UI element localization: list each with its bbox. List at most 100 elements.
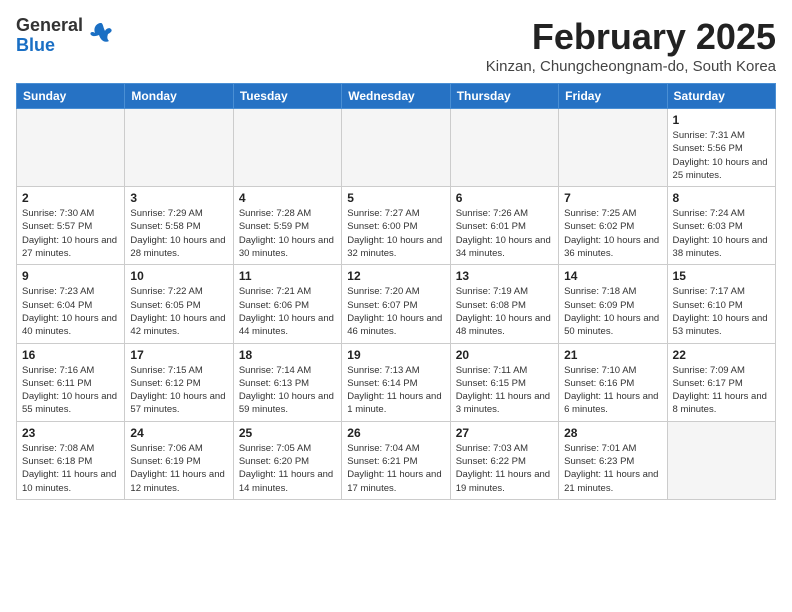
day-info: Sunrise: 7:18 AMSunset: 6:09 PMDaylight:… xyxy=(564,285,661,338)
calendar-day-cell: 28 Sunrise: 7:01 AMSunset: 6:23 PMDayligh… xyxy=(559,421,667,499)
day-info: Sunrise: 7:05 AMSunset: 6:20 PMDaylight:… xyxy=(239,442,336,495)
calendar-week-row: 9Sunrise: 7:23 AMSunset: 6:04 PMDaylight… xyxy=(17,265,776,343)
day-number: 26 xyxy=(347,426,444,440)
calendar-day-cell: 12 Sunrise: 7:20 AMSunset: 6:07 PMDayligh… xyxy=(342,265,450,343)
day-number: 11 xyxy=(239,269,336,283)
day-of-week-header: Saturday xyxy=(667,84,775,109)
day-number: 23 xyxy=(22,426,119,440)
calendar-day-cell: 25 Sunrise: 7:05 AMSunset: 6:20 PMDayligh… xyxy=(233,421,341,499)
day-number: 2 xyxy=(22,191,119,205)
day-number: 4 xyxy=(239,191,336,205)
day-number: 9 xyxy=(22,269,119,283)
day-info: Sunrise: 7:21 AMSunset: 6:06 PMDaylight:… xyxy=(239,285,336,338)
day-info: Sunrise: 7:25 AMSunset: 6:02 PMDaylight:… xyxy=(564,207,661,260)
calendar-day-cell: 24 Sunrise: 7:06 AMSunset: 6:19 PMDayligh… xyxy=(125,421,233,499)
calendar-week-row: 2 Sunrise: 7:30 AMSunset: 5:57 PMDaylight… xyxy=(17,187,776,265)
day-number: 3 xyxy=(130,191,227,205)
day-number: 7 xyxy=(564,191,661,205)
day-number: 14 xyxy=(564,269,661,283)
day-info: Sunrise: 7:16 AMSunset: 6:11 PMDaylight:… xyxy=(22,364,119,417)
day-info: Sunrise: 7:06 AMSunset: 6:19 PMDaylight:… xyxy=(130,442,227,495)
calendar-day-cell: 9Sunrise: 7:23 AMSunset: 6:04 PMDaylight… xyxy=(17,265,125,343)
day-info: Sunrise: 7:15 AMSunset: 6:12 PMDaylight:… xyxy=(130,364,227,417)
day-number: 27 xyxy=(456,426,553,440)
day-number: 10 xyxy=(130,269,227,283)
day-number: 24 xyxy=(130,426,227,440)
calendar-day-cell: 16 Sunrise: 7:16 AMSunset: 6:11 PMDayligh… xyxy=(17,343,125,421)
day-of-week-header: Monday xyxy=(125,84,233,109)
day-info: Sunrise: 7:04 AMSunset: 6:21 PMDaylight:… xyxy=(347,442,444,495)
day-of-week-header: Sunday xyxy=(17,84,125,109)
calendar-day-cell xyxy=(667,421,775,499)
calendar-day-cell: 7 Sunrise: 7:25 AMSunset: 6:02 PMDaylight… xyxy=(559,187,667,265)
day-number: 5 xyxy=(347,191,444,205)
calendar-day-cell: 6 Sunrise: 7:26 AMSunset: 6:01 PMDaylight… xyxy=(450,187,558,265)
calendar-day-cell: 26 Sunrise: 7:04 AMSunset: 6:21 PMDayligh… xyxy=(342,421,450,499)
calendar-day-cell: 4 Sunrise: 7:28 AMSunset: 5:59 PMDaylight… xyxy=(233,187,341,265)
calendar-day-cell: 1Sunrise: 7:31 AMSunset: 5:56 PMDaylight… xyxy=(667,109,775,187)
day-number: 6 xyxy=(456,191,553,205)
day-info: Sunrise: 7:17 AMSunset: 6:10 PMDaylight:… xyxy=(673,285,770,338)
day-info: Sunrise: 7:11 AMSunset: 6:15 PMDaylight:… xyxy=(456,364,553,417)
day-number: 13 xyxy=(456,269,553,283)
page-header: General Blue February 2025 Kinzan, Chung… xyxy=(16,16,776,75)
day-number: 8 xyxy=(673,191,770,205)
calendar-day-cell: 11 Sunrise: 7:21 AMSunset: 6:06 PMDayligh… xyxy=(233,265,341,343)
day-number: 19 xyxy=(347,348,444,362)
day-number: 22 xyxy=(673,348,770,362)
logo-blue: Blue xyxy=(16,36,83,56)
logo-bird-icon xyxy=(87,19,115,53)
calendar-day-cell xyxy=(17,109,125,187)
calendar-day-cell: 20 Sunrise: 7:11 AMSunset: 6:15 PMDayligh… xyxy=(450,343,558,421)
calendar-table: SundayMondayTuesdayWednesdayThursdayFrid… xyxy=(16,83,776,500)
logo-general: General xyxy=(16,16,83,36)
day-of-week-header: Thursday xyxy=(450,84,558,109)
day-info: Sunrise: 7:26 AMSunset: 6:01 PMDaylight:… xyxy=(456,207,553,260)
calendar-day-cell: 17 Sunrise: 7:15 AMSunset: 6:12 PMDayligh… xyxy=(125,343,233,421)
day-info: Sunrise: 7:22 AMSunset: 6:05 PMDaylight:… xyxy=(130,285,227,338)
day-info: Sunrise: 7:13 AMSunset: 6:14 PMDaylight:… xyxy=(347,364,444,417)
day-info: Sunrise: 7:08 AMSunset: 6:18 PMDaylight:… xyxy=(22,442,119,495)
calendar-day-cell: 21Sunrise: 7:10 AMSunset: 6:16 PMDayligh… xyxy=(559,343,667,421)
calendar-day-cell: 14 Sunrise: 7:18 AMSunset: 6:09 PMDayligh… xyxy=(559,265,667,343)
day-info: Sunrise: 7:28 AMSunset: 5:59 PMDaylight:… xyxy=(239,207,336,260)
day-number: 20 xyxy=(456,348,553,362)
day-number: 28 xyxy=(564,426,661,440)
calendar-day-cell: 10 Sunrise: 7:22 AMSunset: 6:05 PMDayligh… xyxy=(125,265,233,343)
day-number: 15 xyxy=(673,269,770,283)
calendar-day-cell xyxy=(342,109,450,187)
day-info: Sunrise: 7:14 AMSunset: 6:13 PMDaylight:… xyxy=(239,364,336,417)
calendar-day-cell: 23 Sunrise: 7:08 AMSunset: 6:18 PMDayligh… xyxy=(17,421,125,499)
day-of-week-header: Friday xyxy=(559,84,667,109)
title-area: February 2025 Kinzan, Chungcheongnam-do,… xyxy=(486,16,776,75)
day-number: 12 xyxy=(347,269,444,283)
calendar-day-cell: 5 Sunrise: 7:27 AMSunset: 6:00 PMDaylight… xyxy=(342,187,450,265)
calendar-week-row: 16 Sunrise: 7:16 AMSunset: 6:11 PMDayligh… xyxy=(17,343,776,421)
calendar-day-cell: 22Sunrise: 7:09 AMSunset: 6:17 PMDayligh… xyxy=(667,343,775,421)
calendar-day-cell xyxy=(233,109,341,187)
calendar-day-cell: 2 Sunrise: 7:30 AMSunset: 5:57 PMDaylight… xyxy=(17,187,125,265)
calendar-week-row: 1Sunrise: 7:31 AMSunset: 5:56 PMDaylight… xyxy=(17,109,776,187)
calendar-day-cell: 27 Sunrise: 7:03 AMSunset: 6:22 PMDayligh… xyxy=(450,421,558,499)
calendar-day-cell: 19 Sunrise: 7:13 AMSunset: 6:14 PMDayligh… xyxy=(342,343,450,421)
day-info: Sunrise: 7:29 AMSunset: 5:58 PMDaylight:… xyxy=(130,207,227,260)
month-year-title: February 2025 xyxy=(486,16,776,58)
calendar-day-cell xyxy=(450,109,558,187)
calendar-week-row: 23 Sunrise: 7:08 AMSunset: 6:18 PMDayligh… xyxy=(17,421,776,499)
day-info: Sunrise: 7:01 AMSunset: 6:23 PMDaylight:… xyxy=(564,442,661,495)
calendar-header-row: SundayMondayTuesdayWednesdayThursdayFrid… xyxy=(17,84,776,109)
day-number: 17 xyxy=(130,348,227,362)
day-info: Sunrise: 7:10 AMSunset: 6:16 PMDaylight:… xyxy=(564,364,661,417)
day-info: Sunrise: 7:03 AMSunset: 6:22 PMDaylight:… xyxy=(456,442,553,495)
calendar-day-cell: 13Sunrise: 7:19 AMSunset: 6:08 PMDayligh… xyxy=(450,265,558,343)
day-info: Sunrise: 7:20 AMSunset: 6:07 PMDaylight:… xyxy=(347,285,444,338)
day-of-week-header: Wednesday xyxy=(342,84,450,109)
calendar-day-cell: 18Sunrise: 7:14 AMSunset: 6:13 PMDayligh… xyxy=(233,343,341,421)
day-number: 25 xyxy=(239,426,336,440)
day-info: Sunrise: 7:30 AMSunset: 5:57 PMDaylight:… xyxy=(22,207,119,260)
calendar-day-cell: 15 Sunrise: 7:17 AMSunset: 6:10 PMDayligh… xyxy=(667,265,775,343)
calendar-day-cell xyxy=(559,109,667,187)
day-number: 16 xyxy=(22,348,119,362)
calendar-day-cell: 8Sunrise: 7:24 AMSunset: 6:03 PMDaylight… xyxy=(667,187,775,265)
day-info: Sunrise: 7:27 AMSunset: 6:00 PMDaylight:… xyxy=(347,207,444,260)
